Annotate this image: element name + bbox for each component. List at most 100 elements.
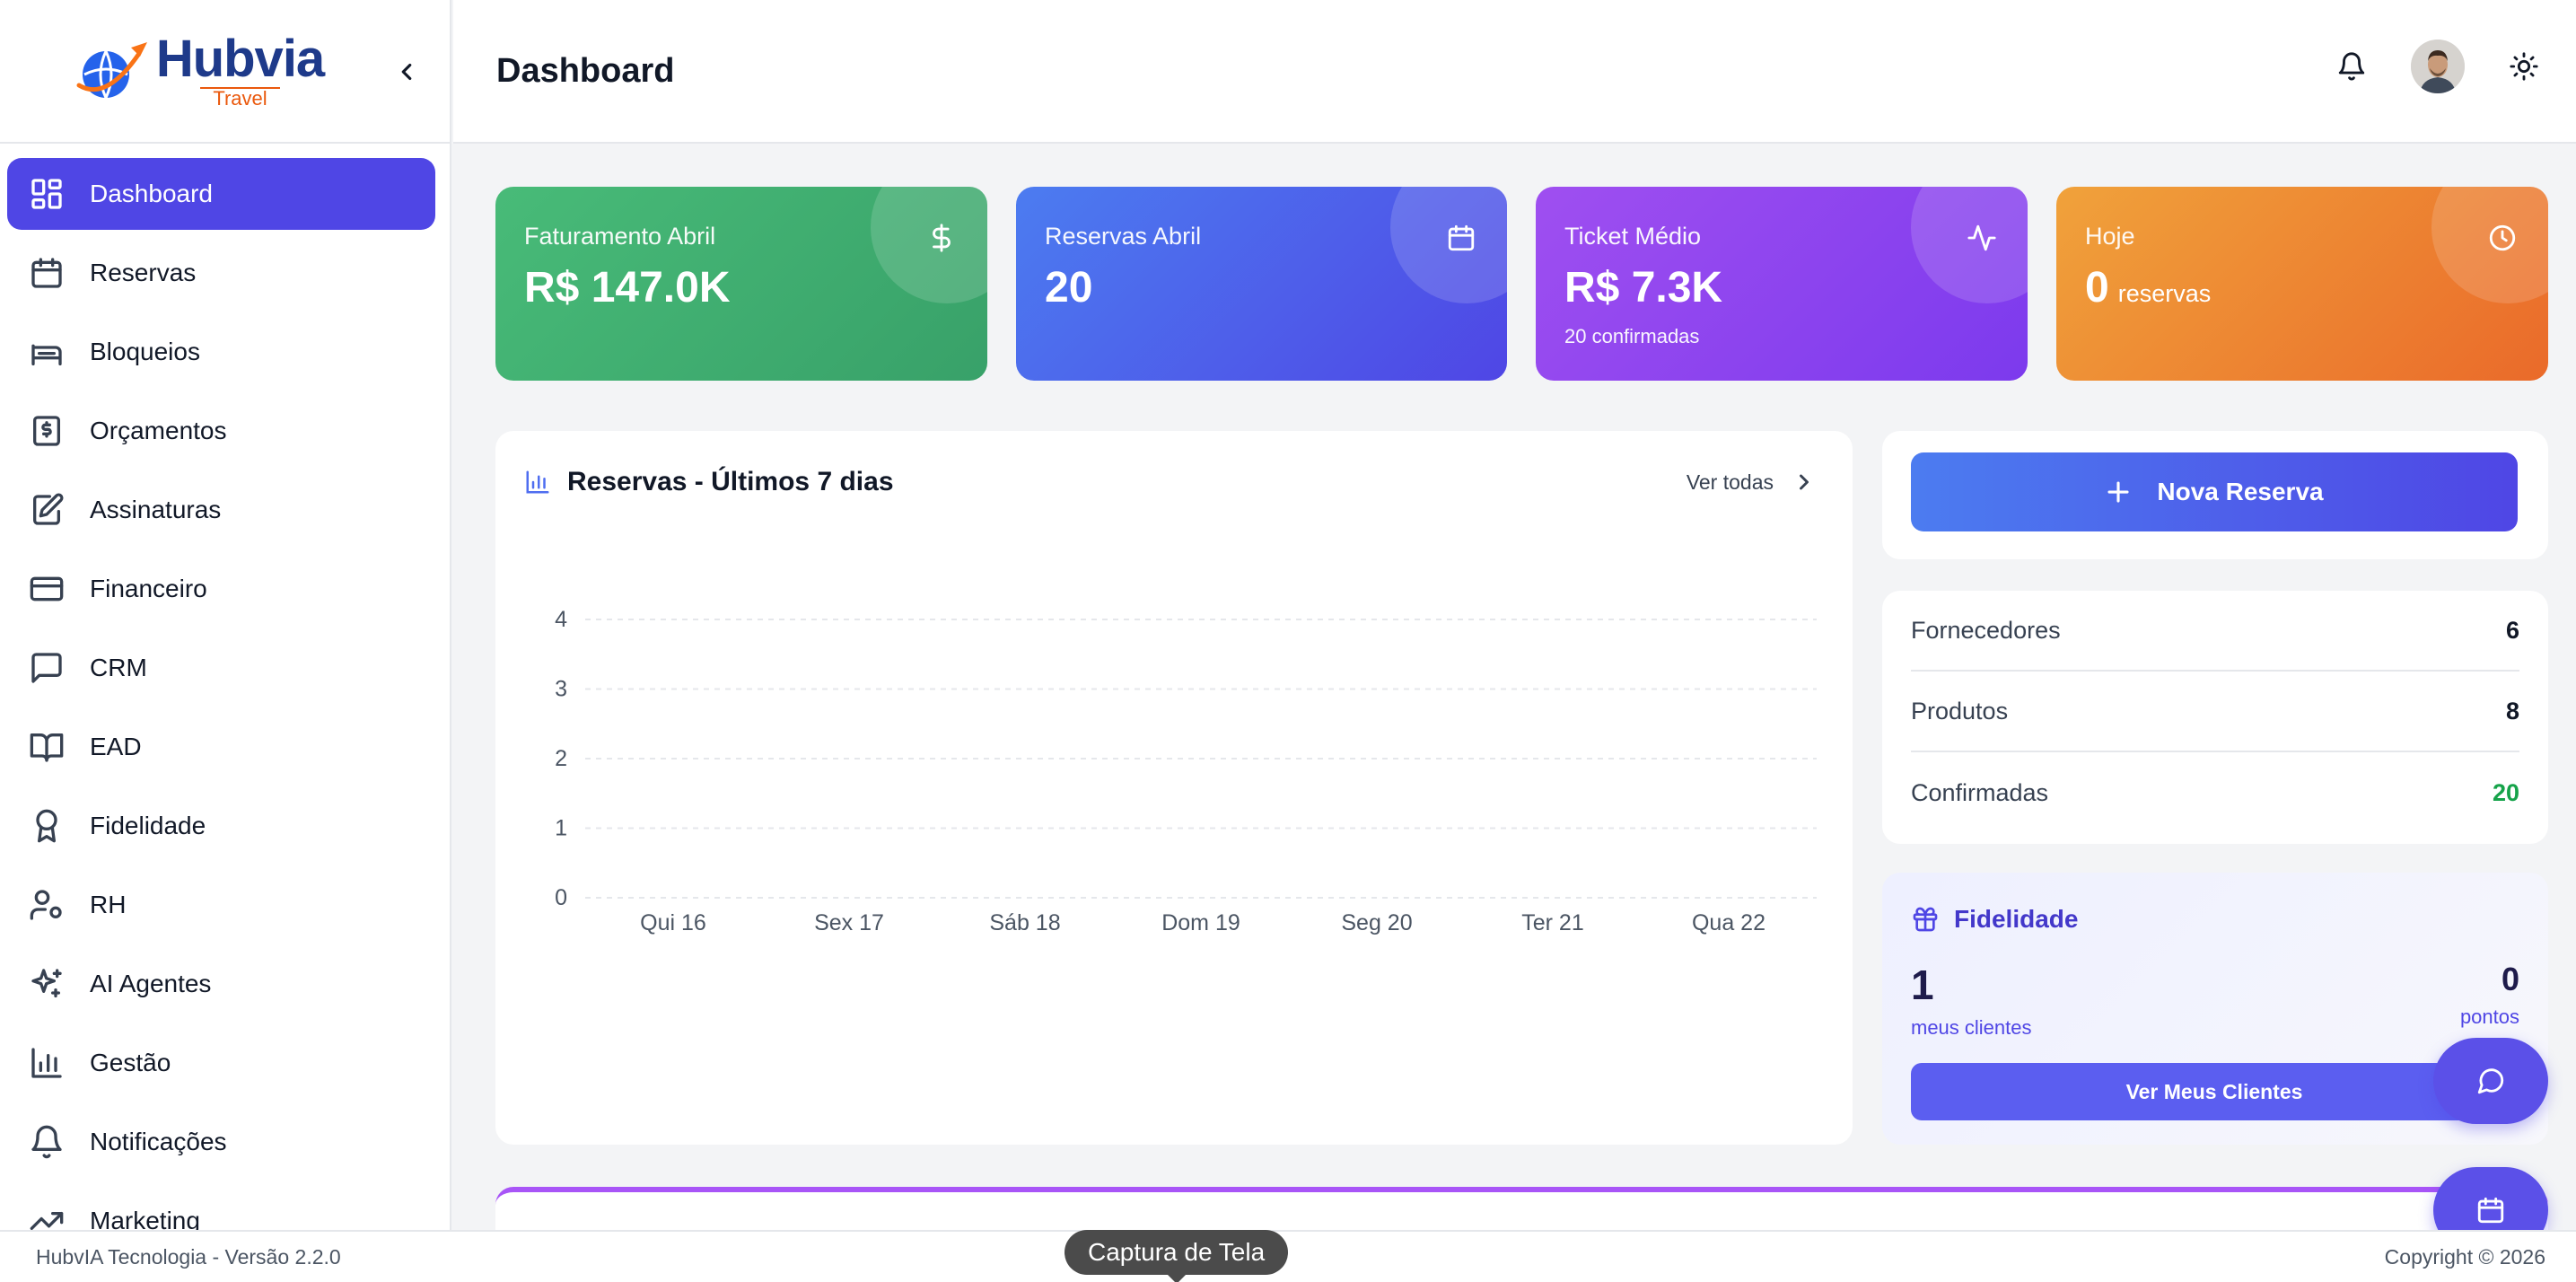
sidebar-item-marketing[interactable]: Marketing <box>7 1185 435 1230</box>
loyalty-header: Fidelidade <box>1911 905 2519 934</box>
dashboard-icon <box>31 179 62 209</box>
sidebar-item-label: Financeiro <box>90 575 207 602</box>
sidebar-item-label: Marketing <box>90 1207 200 1230</box>
footer: HubvIA Tecnologia - Versão 2.2.0 Copyrig… <box>0 1230 2576 1282</box>
theme-toggle-button[interactable] <box>2508 50 2540 83</box>
sidebar-item-label: RH <box>90 891 127 918</box>
collapse-sidebar-button[interactable] <box>390 56 423 88</box>
new-reservation-label: Nova Reserva <box>2157 478 2324 505</box>
brand-tagline: Travel <box>200 87 280 109</box>
y-tick-label: 4 <box>555 607 567 632</box>
notifications-button[interactable] <box>2335 50 2368 83</box>
plus-icon <box>2107 481 2129 503</box>
x-tick-label: Seg 20 <box>1341 910 1412 935</box>
gift-icon <box>1913 907 1938 932</box>
view-clients-button[interactable]: Ver Meus Clientes <box>1911 1063 2518 1120</box>
bed-icon <box>31 344 62 365</box>
chevron-left-icon <box>401 63 412 81</box>
loyalty-points-value: 0 <box>2501 961 2519 997</box>
loyalty-clients: 1 meus clientes <box>1911 961 2032 1040</box>
sidebar-item-ai-agentes[interactable]: AI Agentes <box>7 948 435 1020</box>
sidebar-item-orcamentos[interactable]: Orçamentos <box>7 395 435 467</box>
summary-label: Confirmadas <box>1911 778 2049 806</box>
sidebar-item-label: Fidelidade <box>90 812 206 839</box>
user-gear-icon <box>30 890 62 920</box>
chat-fab-button[interactable] <box>2433 1038 2548 1124</box>
y-tick-label: 0 <box>555 885 567 910</box>
quick-action-card: Nova Reserva <box>1882 431 2548 559</box>
calendar-icon <box>31 258 62 288</box>
message-circle-icon <box>2477 1068 2504 1094</box>
sidebar-item-crm[interactable]: CRM <box>7 632 435 704</box>
loyalty-points: 0 pontos <box>2460 961 2519 1040</box>
sun-icon <box>2510 52 2538 81</box>
summary-row-suppliers: Fornecedores 6 <box>1911 591 2519 672</box>
bar-chart-icon <box>526 470 549 494</box>
loyalty-clients-value: 1 <box>1911 962 1934 1008</box>
sparkles-icon <box>31 969 62 997</box>
avatar[interactable] <box>2411 40 2465 93</box>
user-photo <box>2411 40 2465 93</box>
sidebar-item-label: AI Agentes <box>90 970 212 997</box>
book-icon <box>30 733 64 762</box>
calendar-icon <box>2477 1197 2504 1224</box>
credit-card-icon <box>30 576 64 601</box>
bell-icon <box>31 1125 62 1159</box>
sidebar-item-label: Reservas <box>90 259 197 286</box>
sidebar-item-label: Gestão <box>90 1049 171 1076</box>
sidebar-item-rh[interactable]: RH <box>7 869 435 941</box>
page-title: Dashboard <box>496 51 675 90</box>
loyalty-points-label: pontos <box>2459 1005 2519 1028</box>
sidebar-item-label: Bloqueios <box>90 338 200 365</box>
see-all-link[interactable]: Ver todas <box>1687 470 1817 495</box>
x-tick-label: Qui 16 <box>640 910 706 935</box>
logo[interactable]: Hubvia Travel <box>72 30 325 109</box>
x-tick-label: Sáb 18 <box>989 910 1060 935</box>
stat-subtext: 20 confirmadas <box>1564 325 1700 347</box>
y-tick-label: 2 <box>555 746 567 771</box>
chart-header: Reservas - Últimos 7 dias Ver todas <box>524 467 1817 497</box>
sidebar-item-reservas[interactable]: Reservas <box>7 237 435 309</box>
globe-plane-icon <box>76 42 147 99</box>
sidebar-item-financeiro[interactable]: Financeiro <box>7 553 435 625</box>
stat-card-today: Hoje 0 reservas <box>2056 187 2548 381</box>
sidebar-item-label: Assinaturas <box>90 496 222 523</box>
sidebar-item-ead[interactable]: EAD <box>7 711 435 783</box>
footer-version: HubvIA Tecnologia - Versão 2.2.0 <box>36 1244 341 1269</box>
x-tick-label: Ter 21 <box>1521 910 1583 935</box>
new-reservation-button[interactable]: Nova Reserva <box>1911 452 2518 531</box>
stat-card-revenue: Faturamento Abril R$ 147.0K <box>495 187 987 381</box>
bell-icon <box>2338 52 2365 81</box>
sidebar-item-fidelidade[interactable]: Fidelidade <box>7 790 435 862</box>
sidebar-item-notificacoes[interactable]: Notificações <box>7 1106 435 1178</box>
loyalty-stats: 1 meus clientes 0 pontos <box>1911 961 2519 1040</box>
signature-icon <box>33 493 64 525</box>
sidebar-item-label: Notificações <box>90 1128 227 1155</box>
stat-label: Reservas Abril <box>1045 223 1202 250</box>
loyalty-clients-label: meus clientes <box>1911 1016 2032 1039</box>
sidebar-item-dashboard[interactable]: Dashboard <box>7 158 435 230</box>
summary-value: 8 <box>2505 697 2519 724</box>
summary-row-products: Produtos 8 <box>1911 672 2519 752</box>
sidebar-item-gestao[interactable]: Gestão <box>7 1027 435 1099</box>
chat-icon <box>31 653 62 683</box>
x-tick-label: Sex 17 <box>814 910 884 935</box>
award-icon <box>36 809 57 843</box>
summary-card: Fornecedores 6 Produtos 8 Confirmadas 20 <box>1882 591 2548 844</box>
sidebar-item-assinaturas[interactable]: Assinaturas <box>7 474 435 546</box>
brand-name: Hubvia <box>155 30 325 88</box>
y-tick-label: 3 <box>555 677 567 702</box>
sidebar-item-bloqueios[interactable]: Bloqueios <box>7 316 435 388</box>
stat-card-reservations: Reservas Abril 20 <box>1016 187 1507 381</box>
sidebar-item-label: EAD <box>90 733 142 760</box>
dollar-document-icon <box>33 416 60 446</box>
stat-label: Ticket Médio <box>1564 223 1702 250</box>
sidebar-item-label: Dashboard <box>90 180 213 207</box>
stat-card-average-ticket: Ticket Médio R$ 7.3K 20 confirmadas <box>1536 187 2028 381</box>
summary-row-confirmed: Confirmadas 20 <box>1911 752 2519 833</box>
sidebar: Hubvia Travel Dashboard Reservas Bloquei… <box>0 0 451 1230</box>
screenshot-tooltip: Captura de Tela <box>1065 1230 1289 1282</box>
chevron-right-icon <box>1800 474 1809 490</box>
sidebar-item-label: CRM <box>90 654 147 681</box>
brand-area: Hubvia Travel <box>0 0 450 144</box>
